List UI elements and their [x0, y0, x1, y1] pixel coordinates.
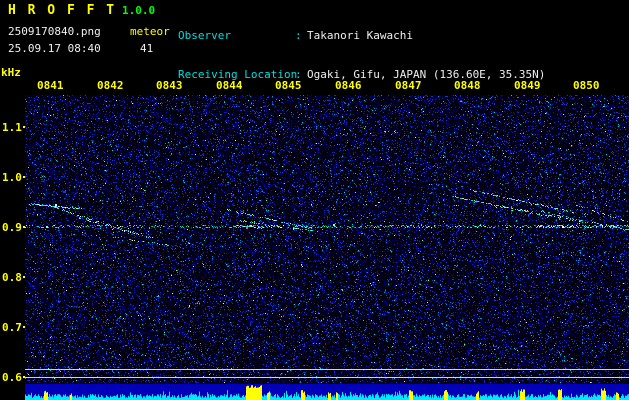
x-tick-label: 0848: [454, 79, 481, 92]
info-value: Takanori Kawachi: [307, 29, 413, 42]
y-tick-label: 0.7: [2, 321, 28, 334]
x-tick-label: 0849: [514, 79, 541, 92]
spectrogram-canvas: [25, 95, 629, 383]
echo-count: 41: [140, 42, 154, 55]
y-axis-unit: kHz: [1, 66, 21, 79]
mode-label: meteor: [130, 25, 170, 38]
x-tick-label: 0847: [395, 79, 422, 92]
y-tick-label: 0.8: [2, 271, 28, 284]
hrofft-output: H R O F F T 1.0.0 2509170840.png meteor …: [0, 0, 629, 400]
x-tick-label: 0850: [573, 79, 600, 92]
y-tick-label: 1.1: [2, 121, 28, 134]
x-tick-label: 0843: [156, 79, 183, 92]
y-tick-label: 1.0: [2, 171, 28, 184]
y-tick-label: 0.6: [2, 371, 28, 384]
output-filename: 2509170840.png: [8, 25, 101, 38]
level-meter-canvas: [25, 384, 629, 400]
datetime-label: 25.09.17 08:40: [8, 42, 101, 55]
info-colon: :: [295, 29, 302, 42]
x-tick-label: 0844: [216, 79, 243, 92]
app-title: H R O F F T: [8, 3, 117, 18]
app-version: 1.0.0: [122, 4, 156, 17]
info-label: Observer: [178, 29, 231, 42]
x-tick-label: 0841: [37, 79, 64, 92]
y-tick-label: 0.9: [2, 221, 28, 234]
x-tick-label: 0842: [97, 79, 124, 92]
info-row-observer: Observer: Takanori Kawachi: [178, 29, 545, 42]
x-tick-label: 0845: [275, 79, 302, 92]
x-tick-label: 0846: [335, 79, 362, 92]
